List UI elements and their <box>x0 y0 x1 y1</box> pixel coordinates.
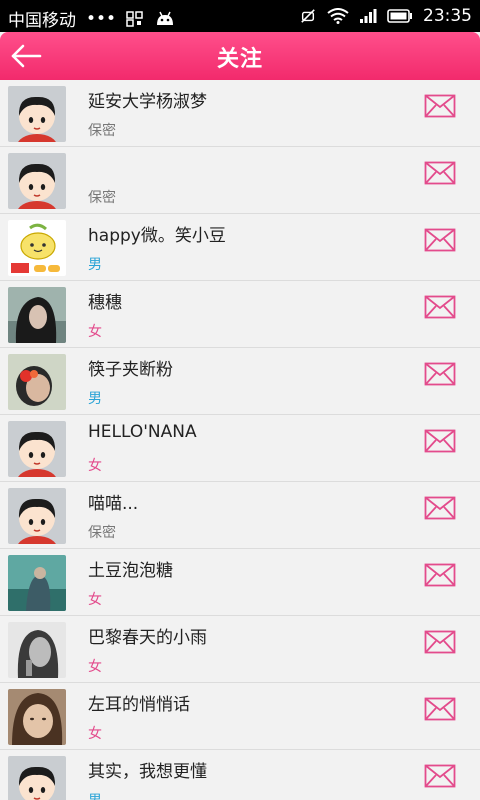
mail-button[interactable] <box>424 362 456 386</box>
mail-button[interactable] <box>424 563 456 587</box>
gender-label: 女 <box>88 659 102 675</box>
envelope-icon <box>424 563 456 591</box>
more-notifications-icon: ••• <box>86 8 117 29</box>
envelope-icon <box>424 94 456 122</box>
carrier-label: 中国移动 <box>8 11 76 31</box>
avatar[interactable] <box>8 421 66 477</box>
mail-button[interactable] <box>424 295 456 319</box>
mail-button[interactable] <box>424 161 456 185</box>
list-item[interactable]: 保密 <box>0 147 480 214</box>
list-item[interactable]: 筷子夹断粉男 <box>0 348 480 415</box>
list-item[interactable]: 左耳的悄悄话女 <box>0 683 480 750</box>
user-name: 左耳的悄悄话 <box>88 695 190 715</box>
envelope-icon <box>424 228 456 256</box>
list-item[interactable]: 巴黎春天的小雨女 <box>0 616 480 683</box>
gender-label: 男 <box>88 257 102 273</box>
mute-icon <box>301 9 315 23</box>
avatar[interactable] <box>8 86 66 142</box>
mail-button[interactable] <box>424 94 456 118</box>
mail-button[interactable] <box>424 697 456 721</box>
status-bar: 中国移动 ••• 23:35 <box>0 0 480 32</box>
gender-label: 女 <box>88 726 102 742</box>
list-item[interactable]: HELLO'NANA 女 <box>0 415 480 482</box>
gender-label: 女 <box>88 592 102 608</box>
battery-icon <box>387 9 412 23</box>
gender-label: 男 <box>88 391 102 407</box>
list-item[interactable]: 穗穗女 <box>0 281 480 348</box>
mail-button[interactable] <box>424 429 456 453</box>
avatar[interactable] <box>8 220 66 276</box>
follow-list[interactable]: 延安大学杨淑梦 保密 保密 happy微。笑小豆男穗穗女筷子夹断粉男 HELLO'NAN… <box>0 80 480 800</box>
envelope-icon <box>424 630 456 658</box>
gender-label: 保密 <box>88 123 116 139</box>
envelope-icon <box>424 429 456 457</box>
list-item[interactable]: 延安大学杨淑梦 保密 <box>0 80 480 147</box>
user-name: 延安大学杨淑梦 <box>88 92 207 112</box>
mail-button[interactable] <box>424 496 456 520</box>
avatar[interactable] <box>8 555 66 611</box>
user-name: 筷子夹断粉 <box>88 360 173 380</box>
envelope-icon <box>424 496 456 524</box>
gender-label: 女 <box>88 324 102 340</box>
signal-icon <box>360 9 377 23</box>
envelope-icon <box>424 295 456 323</box>
title-bar: 关注 <box>0 32 480 80</box>
gender-label: 保密 <box>88 190 116 206</box>
avatar[interactable] <box>8 287 66 343</box>
user-name: 穗穗 <box>88 293 122 313</box>
gender-label: 保密 <box>88 525 116 541</box>
gender-label: 女 <box>88 458 102 474</box>
avatar[interactable] <box>8 354 66 410</box>
page-title: 关注 <box>216 47 263 72</box>
mail-button[interactable] <box>424 228 456 252</box>
envelope-icon <box>424 362 456 390</box>
avatar[interactable] <box>8 756 66 800</box>
user-name: 巴黎春天的小雨 <box>88 628 207 648</box>
mail-button[interactable] <box>424 764 456 788</box>
list-item[interactable]: 其实，我想更懂男 <box>0 750 480 800</box>
avatar[interactable] <box>8 488 66 544</box>
avatar[interactable] <box>8 622 66 678</box>
envelope-icon <box>424 764 456 792</box>
android-debug-icon <box>157 11 174 25</box>
gender-label: 男 <box>88 790 102 800</box>
user-name: 其实，我想更懂 <box>88 762 207 782</box>
wifi-icon <box>327 8 349 24</box>
list-item[interactable]: 喵喵... 保密 <box>0 482 480 549</box>
avatar[interactable] <box>8 689 66 745</box>
user-name: happy微。笑小豆 <box>88 226 226 246</box>
mail-button[interactable] <box>424 630 456 654</box>
user-name: 土豆泡泡糖 <box>88 561 173 581</box>
clock: 23:35 <box>423 6 472 26</box>
list-item[interactable]: happy微。笑小豆男 <box>0 214 480 281</box>
avatar[interactable] <box>8 153 66 209</box>
list-item[interactable]: 土豆泡泡糖女 <box>0 549 480 616</box>
envelope-icon <box>424 697 456 725</box>
user-name: HELLO'NANA <box>88 422 197 442</box>
user-name: 喵喵... <box>88 494 139 514</box>
qr-app-icon <box>126 10 143 27</box>
envelope-icon <box>424 161 456 189</box>
